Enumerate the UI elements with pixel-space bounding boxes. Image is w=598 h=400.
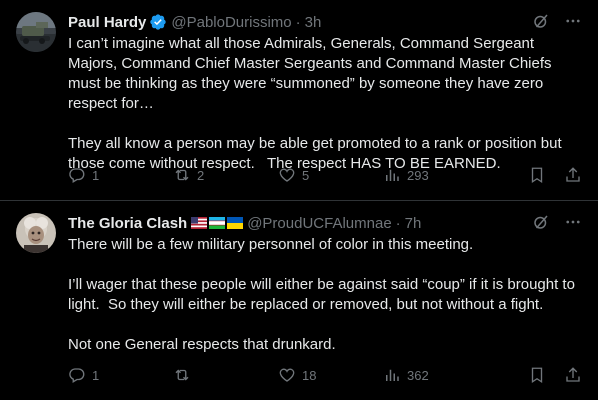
reply-count: 1 xyxy=(92,167,100,183)
tweet-text: I can’t imagine what all those Admirals,… xyxy=(68,35,562,172)
reply-icon xyxy=(69,368,85,383)
more-icon[interactable] xyxy=(564,213,582,231)
author-handle[interactable]: @ProudUCFAlumnae xyxy=(247,215,391,232)
tweet-header: The Gloria Clash @ProudUCFAlumnae · 7h xyxy=(68,213,582,233)
verified-badge-icon xyxy=(150,14,167,30)
author-handle[interactable]: @PabloDurissimo xyxy=(171,14,291,31)
ukraine-flag-icon xyxy=(227,217,244,229)
reply-count: 1 xyxy=(92,367,100,383)
avatar[interactable] xyxy=(16,12,56,52)
tweet[interactable]: Paul Hardy @PabloDurissimo · 3h I can’t … xyxy=(0,0,598,201)
avatar-column xyxy=(16,12,56,200)
views-button[interactable]: 293 xyxy=(383,166,501,184)
reply-icon xyxy=(69,168,85,183)
like-count: 18 xyxy=(302,367,317,383)
share-button[interactable] xyxy=(564,166,582,184)
like-button[interactable]: 18 xyxy=(278,366,383,384)
tweet-header: Paul Hardy @PabloDurissimo · 3h xyxy=(68,12,582,32)
share-icon xyxy=(566,167,580,182)
tweet-actions: 1 18 362 xyxy=(68,366,582,384)
views-chart-icon xyxy=(386,169,399,181)
name-emoji-flags xyxy=(191,217,244,229)
bookmark-button[interactable] xyxy=(528,166,546,184)
author-name[interactable]: The Gloria Clash xyxy=(68,215,187,232)
tweet-top-actions xyxy=(532,12,582,30)
repost-icon xyxy=(175,369,189,381)
avatar[interactable] xyxy=(16,213,56,253)
bookmark-icon xyxy=(531,367,543,384)
us-flag-icon xyxy=(191,217,208,229)
reply-button[interactable]: 1 xyxy=(68,366,173,384)
grok-icon[interactable] xyxy=(532,12,550,30)
author-name[interactable]: Paul Hardy xyxy=(68,14,146,31)
timestamp[interactable]: 7h xyxy=(405,215,422,232)
bookmark-button[interactable] xyxy=(528,366,546,384)
more-icon[interactable] xyxy=(564,12,582,30)
repost-button[interactable] xyxy=(173,366,278,384)
tweet[interactable]: The Gloria Clash @ProudUCFAlumnae · 7h T… xyxy=(0,201,598,400)
tweet-actions: 1 2 5 293 xyxy=(68,166,582,184)
avatar-column xyxy=(16,213,56,400)
tweet-text: There will be a few military personnel o… xyxy=(68,236,575,353)
share-button[interactable] xyxy=(564,366,582,384)
timeline-feed: Paul Hardy @PabloDurissimo · 3h I can’t … xyxy=(0,0,598,400)
heart-icon xyxy=(279,368,295,382)
share-icon xyxy=(566,367,580,382)
repost-icon xyxy=(175,169,189,181)
repost-count: 2 xyxy=(197,167,205,183)
uzbekistan-flag-icon xyxy=(209,217,226,229)
view-count: 293 xyxy=(407,167,429,183)
grok-icon[interactable] xyxy=(532,213,550,231)
heart-icon xyxy=(279,168,295,182)
separator-dot: · xyxy=(395,214,401,232)
views-button[interactable]: 362 xyxy=(383,366,501,384)
views-chart-icon xyxy=(386,369,399,381)
reply-button[interactable]: 1 xyxy=(68,166,173,184)
bookmark-icon xyxy=(531,167,543,184)
timestamp[interactable]: 3h xyxy=(305,14,322,31)
separator-dot: · xyxy=(295,13,301,31)
repost-button[interactable]: 2 xyxy=(173,166,278,184)
view-count: 362 xyxy=(407,367,429,383)
like-count: 5 xyxy=(302,167,310,183)
tweet-top-actions xyxy=(532,213,582,231)
like-button[interactable]: 5 xyxy=(278,166,383,184)
